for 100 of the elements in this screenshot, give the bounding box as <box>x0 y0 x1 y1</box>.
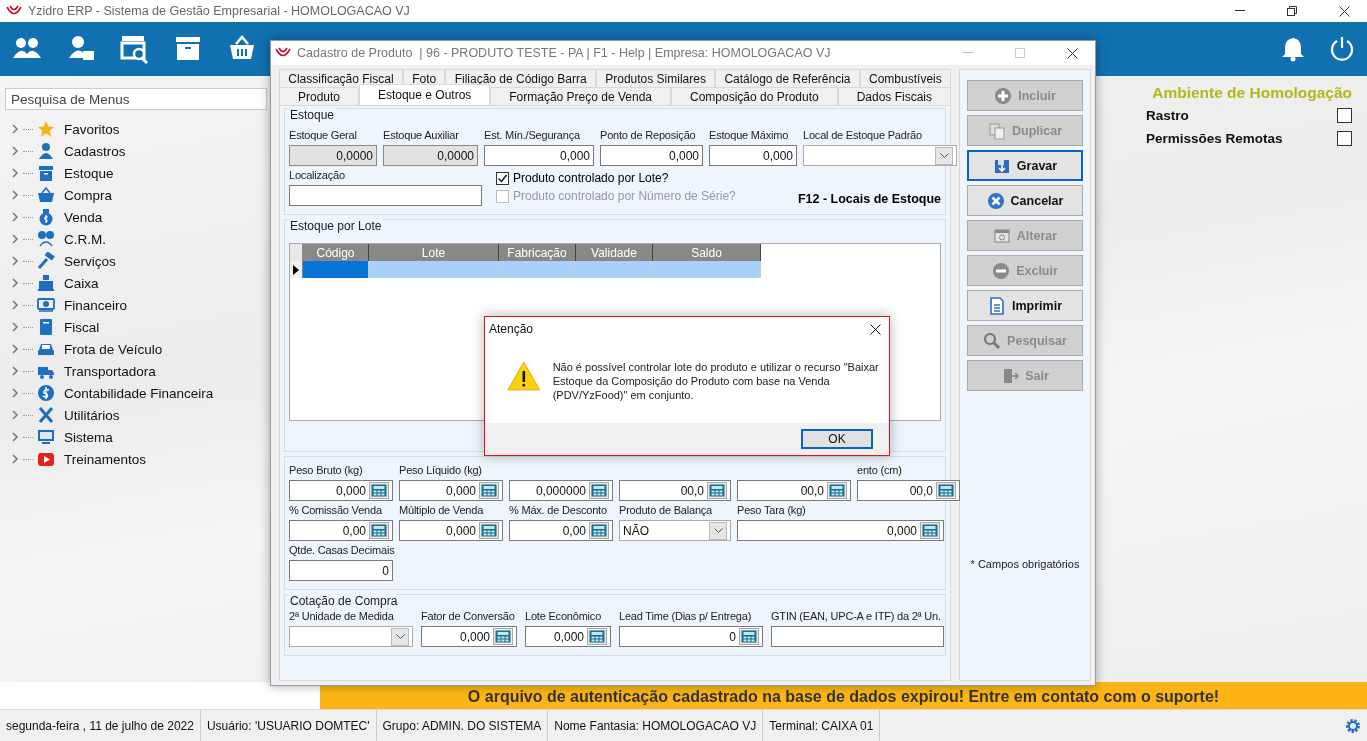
calculator-button[interactable] <box>369 522 389 539</box>
search-field[interactable]: Pesquisa de Menus <box>5 88 267 110</box>
tab[interactable]: Catálogo de Referência <box>715 69 860 87</box>
chevron-right-icon[interactable] <box>11 344 19 354</box>
calculator-button[interactable] <box>493 628 513 645</box>
minimize-icon[interactable] <box>1235 10 1245 12</box>
tab[interactable]: Composição do Produto <box>671 87 838 105</box>
video-icon <box>37 450 55 468</box>
menu-item[interactable]: Fiscal <box>5 316 100 338</box>
input-field[interactable]: 00,0 <box>737 480 851 501</box>
notification-bell-icon[interactable] <box>1281 36 1305 62</box>
chevron-right-icon[interactable] <box>11 278 19 288</box>
chevron-right-icon[interactable] <box>11 366 19 376</box>
calculator-button[interactable] <box>707 482 727 499</box>
tab[interactable]: Dados Fiscais <box>837 87 951 105</box>
input-field[interactable]: 0,000 <box>525 626 611 647</box>
input-field[interactable]: 0,0000 <box>289 145 377 166</box>
checkbox[interactable] <box>1337 131 1352 146</box>
input-field[interactable]: 0,000 <box>600 145 703 166</box>
input-field[interactable]: 0,00 <box>509 520 613 541</box>
input-field[interactable]: 0,000 <box>289 480 393 501</box>
menu-item[interactable]: Estoque <box>5 162 114 184</box>
column-header[interactable]: Saldo <box>653 244 761 261</box>
dropdown[interactable]: NÃO <box>619 520 731 541</box>
calculator-button[interactable] <box>589 482 609 499</box>
chevron-right-icon[interactable] <box>11 212 19 222</box>
tab[interactable]: Combustíveis <box>859 69 951 87</box>
chevron-right-icon[interactable] <box>11 168 19 178</box>
calculator-button[interactable] <box>827 482 847 499</box>
input-field[interactable]: 0,00 <box>289 520 393 541</box>
input-field[interactable]: 0 <box>289 560 393 581</box>
action-button[interactable]: Gravar <box>967 150 1083 181</box>
column-header[interactable]: Fabricação <box>499 244 576 261</box>
input-field[interactable]: 0,000 <box>399 480 503 501</box>
restore-icon[interactable] <box>1287 6 1297 16</box>
tab[interactable]: Produto <box>279 87 359 105</box>
chevron-right-icon[interactable] <box>11 432 19 442</box>
calculator-button[interactable] <box>920 522 940 539</box>
input-field[interactable]: 00,0 <box>857 480 960 501</box>
calculator-button[interactable] <box>479 482 499 499</box>
input-field[interactable]: 0,000000 <box>509 480 613 501</box>
menu-item[interactable]: Transportadora <box>5 360 156 382</box>
calculator-button[interactable] <box>587 628 607 645</box>
column-header[interactable]: Validade <box>576 244 653 261</box>
input-field[interactable]: 00,0 <box>619 480 731 501</box>
settings-icon[interactable] <box>1345 717 1361 734</box>
document-search-icon[interactable] <box>120 34 150 64</box>
input-field[interactable] <box>289 185 482 206</box>
close-icon[interactable] <box>1338 5 1350 17</box>
power-icon[interactable] <box>1329 36 1355 62</box>
chevron-right-icon[interactable] <box>11 256 19 266</box>
menu-item[interactable]: Contabilidade Financeira <box>5 382 214 404</box>
chevron-right-icon[interactable] <box>11 454 19 464</box>
checkbox[interactable] <box>1337 108 1352 123</box>
menu-item[interactable]: Serviços <box>5 250 116 272</box>
menu-item[interactable]: Compra <box>5 184 112 206</box>
checkbox[interactable] <box>496 171 509 185</box>
action-button[interactable]: Imprimir <box>967 290 1083 321</box>
tab[interactable]: Filiação de Código Barra <box>445 69 596 87</box>
tab[interactable]: Classificação Fiscal <box>279 69 403 87</box>
input-field[interactable] <box>771 626 944 647</box>
menu-item[interactable]: Treinamentos <box>5 448 147 470</box>
column-header[interactable]: Lote <box>369 244 499 261</box>
close-icon[interactable] <box>870 323 881 335</box>
tab[interactable]: Formação Preço de Venda <box>490 87 671 105</box>
chevron-right-icon[interactable] <box>11 410 19 420</box>
calculator-button[interactable] <box>479 522 499 539</box>
calculator-button[interactable] <box>589 522 609 539</box>
input-field[interactable]: 0,000 <box>709 145 797 166</box>
input-field[interactable]: 0,000 <box>399 520 503 541</box>
menu-item[interactable]: Sistema <box>5 426 113 448</box>
menu-item[interactable]: Financeiro <box>5 294 128 316</box>
chevron-right-icon[interactable] <box>11 146 19 156</box>
input-field[interactable]: 0,000 <box>421 626 517 647</box>
calculator-button[interactable] <box>369 482 389 499</box>
chevron-right-icon[interactable] <box>11 124 19 134</box>
menu-item[interactable]: Favoritos <box>5 118 120 140</box>
menu-item[interactable]: Venda <box>5 206 103 228</box>
chevron-right-icon[interactable] <box>11 322 19 332</box>
menu-item[interactable]: Utilitários <box>5 404 120 426</box>
chevron-right-icon[interactable] <box>11 190 19 200</box>
action-button[interactable]: Cancelar <box>967 185 1083 216</box>
input-field[interactable]: 0 <box>619 626 763 647</box>
tab[interactable]: Produtos Similares <box>595 69 716 87</box>
menu-item[interactable]: C.R.M. <box>5 228 106 250</box>
ok-button[interactable]: OK <box>801 429 873 449</box>
chevron-right-icon[interactable] <box>11 234 19 244</box>
menu-item[interactable]: Frota de Veículo <box>5 338 163 360</box>
close-icon[interactable] <box>1066 47 1078 59</box>
column-header[interactable]: Código <box>303 244 369 261</box>
menu-item[interactable]: Cadastros <box>5 140 126 162</box>
chevron-right-icon[interactable] <box>11 300 19 310</box>
chevron-right-icon[interactable] <box>11 388 19 398</box>
calculator-button[interactable] <box>739 628 759 645</box>
input-field[interactable]: 0,000 <box>484 145 594 166</box>
input-field[interactable]: 0,0000 <box>383 145 478 166</box>
input-field[interactable]: 0,000 <box>737 520 944 541</box>
calculator-button[interactable] <box>936 482 956 499</box>
menu-item[interactable]: Caixa <box>5 272 99 294</box>
tab[interactable]: Estoque e Outros <box>358 84 491 105</box>
